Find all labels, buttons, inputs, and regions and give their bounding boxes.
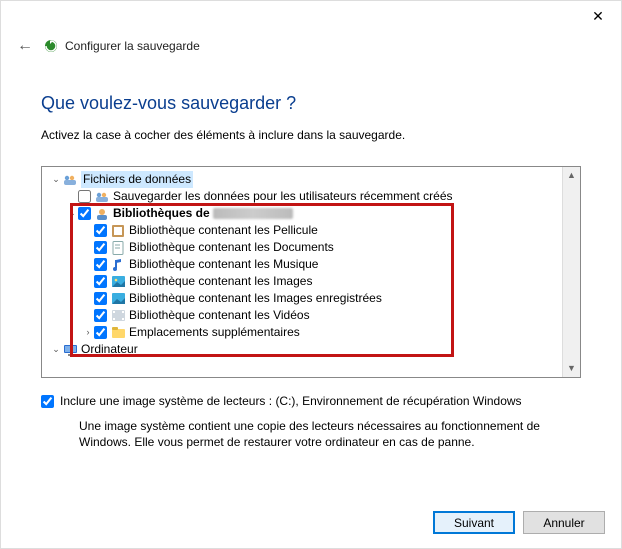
scroll-up-icon[interactable]: ▲ xyxy=(563,167,580,184)
computer-icon xyxy=(62,342,78,358)
tree-label: Bibliothèque contenant les Musique xyxy=(129,256,318,273)
scroll-down-icon[interactable]: ▼ xyxy=(563,360,580,377)
users-icon xyxy=(62,172,78,188)
tree-label: Bibliothèque contenant les Pellicule xyxy=(129,222,318,239)
tree-node-data-files[interactable]: ⌄ Fichiers de données xyxy=(46,171,562,188)
backup-icon xyxy=(43,38,59,54)
tree-node-computer[interactable]: ⌄ Ordinateur xyxy=(46,341,562,358)
tree-node-additional-locations[interactable]: › Emplacements supplémentaires xyxy=(46,324,562,341)
checkbox[interactable] xyxy=(94,258,107,271)
tree-node-lib-pellicule[interactable]: Bibliothèque contenant les Pellicule xyxy=(46,222,562,239)
tree-node-lib-images[interactable]: Bibliothèque contenant les Images xyxy=(46,273,562,290)
cancel-button[interactable]: Annuler xyxy=(523,511,605,534)
chevron-down-icon[interactable]: ⌄ xyxy=(50,171,62,188)
titlebar: ✕ xyxy=(1,1,621,31)
users-icon xyxy=(94,189,110,205)
tree-label: Bibliothèques de xyxy=(113,205,293,222)
page-heading: Que voulez-vous sauvegarder ? xyxy=(41,93,581,114)
redacted-username xyxy=(213,208,293,219)
window-title: Configurer la sauvegarde xyxy=(65,39,200,53)
tree-label: Bibliothèque contenant les Images xyxy=(129,273,312,290)
tree-label: Sauvegarder les données pour les utilisa… xyxy=(113,188,453,205)
picture-icon xyxy=(110,291,126,307)
instruction-text: Activez la case à cocher des éléments à … xyxy=(41,128,581,142)
footer-buttons: Suivant Annuler xyxy=(433,511,605,534)
tree-label: Fichiers de données xyxy=(81,171,193,188)
checkbox-new-users[interactable] xyxy=(78,190,91,203)
tree-label: Bibliothèque contenant les Vidéos xyxy=(129,307,310,324)
system-image-option[interactable]: Inclure une image système de lecteurs : … xyxy=(41,394,581,408)
user-icon xyxy=(94,206,110,222)
checkbox[interactable] xyxy=(94,326,107,339)
picture-icon xyxy=(110,274,126,290)
checkbox[interactable] xyxy=(94,309,107,322)
chevron-right-icon[interactable]: › xyxy=(82,324,94,341)
checkbox[interactable] xyxy=(94,275,107,288)
tree-label: Bibliothèque contenant les Images enregi… xyxy=(129,290,382,307)
tree-node-lib-saved-images[interactable]: Bibliothèque contenant les Images enregi… xyxy=(46,290,562,307)
chevron-down-icon[interactable]: ⌄ xyxy=(50,341,62,358)
close-icon[interactable]: ✕ xyxy=(583,8,613,25)
backup-wizard-window: ✕ ← Configurer la sauvegarde Que voulez-… xyxy=(0,0,622,549)
checkbox-libraries[interactable] xyxy=(78,207,91,220)
document-icon xyxy=(110,240,126,256)
checkbox[interactable] xyxy=(94,224,107,237)
back-arrow-icon[interactable]: ← xyxy=(17,37,33,55)
tree-label: Ordinateur xyxy=(81,341,138,358)
folder-icon xyxy=(110,325,126,341)
next-button[interactable]: Suivant xyxy=(433,511,515,534)
film-icon xyxy=(110,223,126,239)
music-icon xyxy=(110,257,126,273)
tree-node-libraries[interactable]: ⌄ Bibliothèques de xyxy=(46,205,562,222)
video-icon xyxy=(110,308,126,324)
tree-node-lib-documents[interactable]: Bibliothèque contenant les Documents xyxy=(46,239,562,256)
checkbox[interactable] xyxy=(94,241,107,254)
scrollbar[interactable]: ▲ ▼ xyxy=(562,167,580,377)
backup-selection-tree[interactable]: ⌄ Fichiers de données Sauvegarder les do… xyxy=(41,166,581,378)
tree-node-lib-videos[interactable]: Bibliothèque contenant les Vidéos xyxy=(46,307,562,324)
chevron-down-icon[interactable]: ⌄ xyxy=(66,205,78,222)
checkbox[interactable] xyxy=(94,292,107,305)
header: ← Configurer la sauvegarde xyxy=(1,31,621,63)
checkbox-system-image[interactable] xyxy=(41,395,54,408)
tree-node-lib-music[interactable]: Bibliothèque contenant les Musique xyxy=(46,256,562,273)
tree-label: Bibliothèque contenant les Documents xyxy=(129,239,334,256)
system-image-label: Inclure une image système de lecteurs : … xyxy=(60,394,522,408)
tree-label: Emplacements supplémentaires xyxy=(129,324,300,341)
tree-node-new-users[interactable]: Sauvegarder les données pour les utilisa… xyxy=(46,188,562,205)
system-image-description: Une image système contient une copie des… xyxy=(79,418,581,450)
